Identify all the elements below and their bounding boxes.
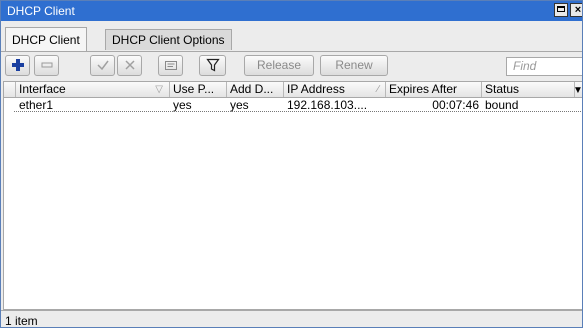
column-use-peer[interactable]: Use P...: [170, 82, 227, 97]
column-status[interactable]: Status: [482, 82, 575, 97]
column-menu[interactable]: ▼: [575, 82, 582, 97]
column-ip-address[interactable]: IP Address ∕: [284, 82, 386, 97]
comment-button[interactable]: [158, 55, 183, 76]
x-icon: [124, 60, 135, 70]
column-interface[interactable]: Interface ▽: [16, 82, 170, 97]
title-bar[interactable]: DHCP Client ×: [1, 1, 582, 21]
table-header: Interface ▽ Use P... Add D... IP Address…: [4, 82, 582, 98]
column-add-default[interactable]: Add D...: [227, 82, 284, 97]
cell-use-peer: yes: [173, 98, 192, 112]
cell-interface: ether1: [19, 98, 54, 112]
cell-add-default: yes: [230, 98, 249, 112]
enable-button[interactable]: [90, 55, 115, 76]
cell-ip-address: 192.168.103....: [287, 98, 368, 112]
filter-icon: [205, 58, 220, 72]
toolbar: Release Renew Find: [1, 51, 582, 79]
column-spacer: [4, 82, 16, 97]
sort-indicator-icon: ∕: [377, 84, 379, 95]
check-icon: [96, 60, 109, 71]
cell-status: bound: [485, 98, 519, 112]
sort-indicator-icon: ▽: [155, 84, 163, 95]
dhcp-client-window: DHCP Client × DHCP Client DHCP Client Op…: [0, 0, 583, 328]
cell-expires-after: 00:07:46: [432, 98, 479, 112]
plus-icon: [11, 59, 24, 71]
window-title: DHCP Client: [7, 4, 75, 18]
minus-icon: [41, 62, 52, 68]
maximize-button[interactable]: [554, 3, 568, 17]
filter-button[interactable]: [199, 55, 226, 76]
close-button[interactable]: ×: [570, 3, 582, 17]
find-input[interactable]: Find: [506, 57, 582, 76]
row-divider: [14, 111, 582, 112]
status-bar: 1 item: [1, 310, 582, 328]
column-label: IP Address: [287, 82, 345, 96]
tab-dhcp-client-options[interactable]: DHCP Client Options: [105, 29, 232, 50]
tab-bar: DHCP Client DHCP Client Options: [1, 21, 582, 51]
remove-button[interactable]: [34, 55, 59, 76]
renew-button[interactable]: Renew: [320, 55, 388, 76]
disable-button[interactable]: [117, 55, 142, 76]
column-expires-after[interactable]: Expires After: [386, 82, 482, 97]
release-button[interactable]: Release: [244, 55, 314, 76]
column-label: Interface: [19, 82, 66, 96]
item-count: 1 item: [5, 314, 38, 328]
comment-icon: [164, 61, 177, 70]
tab-dhcp-client[interactable]: DHCP Client: [5, 27, 87, 51]
add-button[interactable]: [5, 55, 30, 76]
client-table: Interface ▽ Use P... Add D... IP Address…: [3, 81, 582, 310]
chevron-down-icon: ▼: [575, 83, 582, 97]
table-row[interactable]: ether1 yes yes 192.168.103.... 00:07:46 …: [4, 98, 582, 112]
